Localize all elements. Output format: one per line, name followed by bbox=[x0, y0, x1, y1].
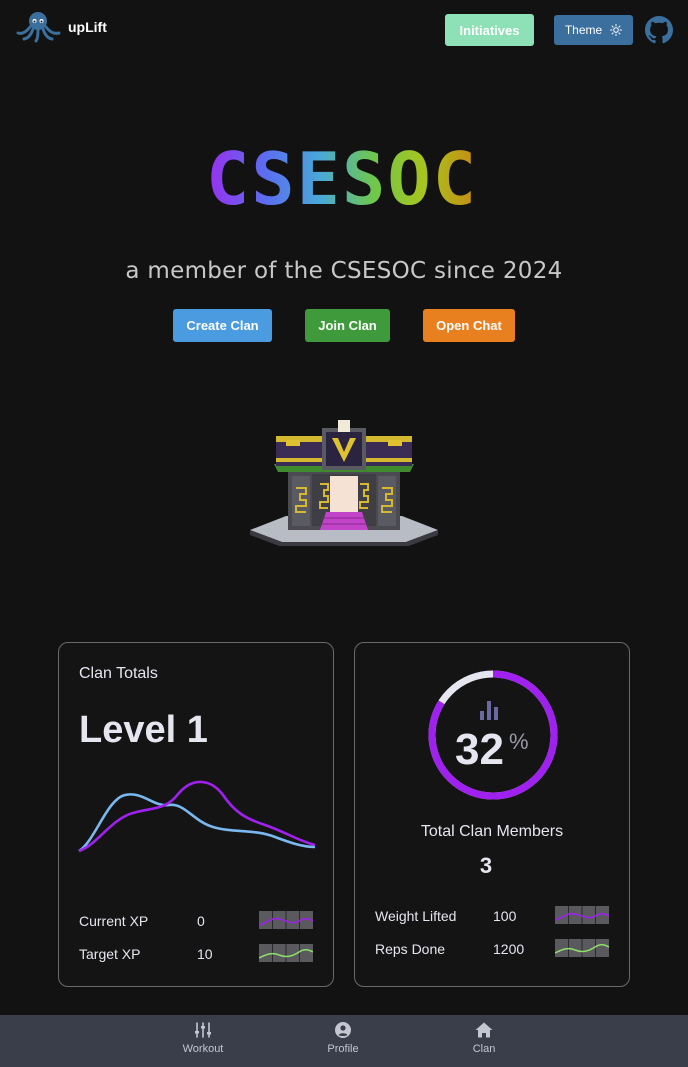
nav-item-clan[interactable]: Clan bbox=[444, 1022, 524, 1055]
reps-done-value: 1200 bbox=[493, 941, 525, 957]
current-xp-value: 0 bbox=[197, 913, 205, 929]
target-xp-row: Target XP 10 bbox=[79, 944, 319, 966]
nav-item-workout[interactable]: Workout bbox=[163, 1022, 243, 1055]
clan-level: Level 1 bbox=[79, 709, 208, 751]
nav-label-clan: Clan bbox=[472, 1043, 496, 1055]
bar-chart-icon bbox=[480, 701, 498, 720]
reps-done-sparkline bbox=[555, 939, 609, 957]
members-percent-value: 32 bbox=[455, 725, 504, 774]
open-chat-button[interactable]: Open Chat bbox=[423, 309, 515, 342]
initiatives-button[interactable]: Initiatives bbox=[445, 14, 534, 46]
theme-toggle-button[interactable]: Theme bbox=[554, 15, 633, 45]
clan-totals-card: Clan Totals Level 1 Current XP 0 Target … bbox=[58, 642, 334, 987]
clan-members-card: 32 % Total Clan Members 3 Weight Lifted … bbox=[354, 642, 630, 987]
current-xp-sparkline bbox=[259, 911, 313, 929]
weight-lifted-sparkline bbox=[555, 906, 609, 924]
xp-trend-chart bbox=[78, 780, 316, 853]
app-logo[interactable]: upLift bbox=[16, 11, 107, 43]
current-xp-row: Current XP 0 bbox=[79, 911, 319, 933]
home-icon bbox=[475, 1022, 493, 1038]
sun-icon bbox=[610, 24, 623, 36]
reps-done-label: Reps Done bbox=[375, 941, 446, 957]
percent-symbol: % bbox=[509, 729, 529, 754]
weight-lifted-value: 100 bbox=[493, 908, 517, 924]
bottom-nav: Workout Profile Clan bbox=[0, 1015, 688, 1067]
theme-label: Theme bbox=[564, 23, 603, 37]
clan-title-text: CSESOC bbox=[206, 148, 478, 214]
weight-lifted-label: Weight Lifted bbox=[375, 908, 457, 924]
total-members-count: 3 bbox=[479, 853, 493, 878]
app-name: upLift bbox=[68, 19, 107, 35]
clan-hall-image bbox=[250, 420, 438, 546]
member-since-text: a member of the CSESOC since 2024 bbox=[125, 258, 563, 284]
reps-done-row: Reps Done 1200 bbox=[375, 939, 615, 961]
github-icon[interactable] bbox=[645, 16, 673, 44]
nav-label-profile: Profile bbox=[327, 1043, 359, 1055]
total-members-label: Total Clan Members bbox=[420, 823, 564, 840]
create-clan-button[interactable]: Create Clan bbox=[173, 309, 272, 342]
app-header: upLift Initiatives Theme bbox=[0, 0, 688, 60]
clan-title: CSESOC bbox=[206, 148, 478, 214]
nav-label-workout: Workout bbox=[182, 1043, 224, 1055]
target-xp-label: Target XP bbox=[79, 946, 141, 962]
current-xp-label: Current XP bbox=[79, 913, 149, 929]
sliders-icon bbox=[195, 1022, 211, 1038]
target-xp-sparkline bbox=[259, 944, 313, 962]
octopus-logo-icon bbox=[16, 12, 61, 43]
join-clan-button[interactable]: Join Clan bbox=[305, 309, 390, 342]
target-xp-value: 10 bbox=[197, 946, 213, 962]
weight-lifted-row: Weight Lifted 100 bbox=[375, 906, 615, 928]
user-circle-icon bbox=[335, 1022, 351, 1038]
nav-item-profile[interactable]: Profile bbox=[303, 1022, 383, 1055]
clan-totals-label: Clan Totals bbox=[79, 665, 158, 682]
